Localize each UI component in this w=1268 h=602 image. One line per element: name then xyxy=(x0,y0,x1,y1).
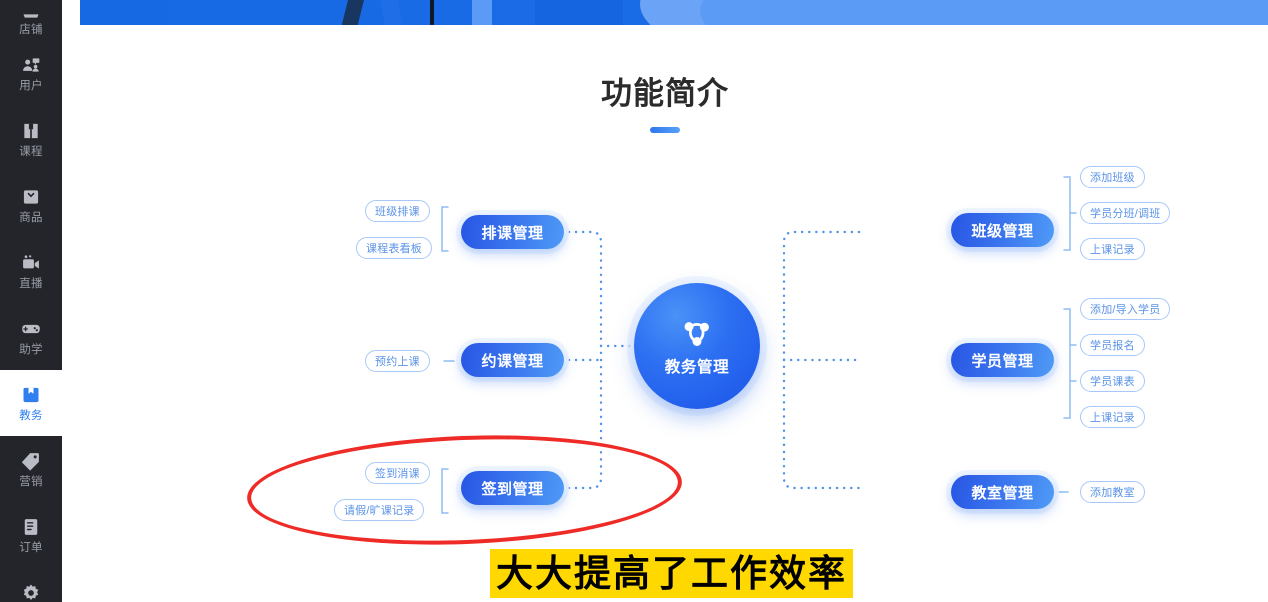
sub-node-label: 添加教室 xyxy=(1090,487,1135,499)
sidebar-item-2[interactable]: 用户 xyxy=(0,40,62,106)
sub-node-yuyue-shangke[interactable]: 预约上课 xyxy=(365,350,430,372)
sidebar-item-label: 商品 xyxy=(19,211,43,224)
branch-label: 约课管理 xyxy=(481,352,544,370)
sidebar-item-10[interactable]: 设置 xyxy=(0,568,62,602)
sidebar-item-8[interactable]: 营销 xyxy=(0,436,62,502)
users-icon xyxy=(21,55,41,75)
sub-node-label: 上课记录 xyxy=(1090,412,1135,424)
sub-node-label: 预约上课 xyxy=(375,356,420,368)
video-icon xyxy=(21,253,41,273)
sidebar-item-6[interactable]: 助学 xyxy=(0,304,62,370)
sub-node-label: 学员分班/调班 xyxy=(1090,208,1161,220)
sub-node-label: 学员课表 xyxy=(1090,376,1135,388)
goods-icon xyxy=(21,187,41,207)
sidebar-item-7[interactable]: 教务 xyxy=(0,370,62,436)
sidebar-item-9[interactable]: 订单 xyxy=(0,502,62,568)
center-node-label: 教务管理 xyxy=(664,358,730,376)
sub-node-shangke-jilu-1[interactable]: 上课记录 xyxy=(1080,238,1145,260)
branch-label: 教室管理 xyxy=(971,484,1034,502)
mindmap-diagram: 教务管理 排课管理 约课管理 签到管理 班级排课 课程表看板 预约上课 签到消课… xyxy=(62,0,1268,602)
sub-node-label: 添加/导入学员 xyxy=(1090,304,1161,316)
gamepad-icon xyxy=(21,319,41,339)
shop-icon xyxy=(21,11,41,19)
sidebar-item-1[interactable]: 店铺 xyxy=(0,0,62,40)
sidebar-item-label: 教务 xyxy=(19,409,43,422)
sub-node-kechengbiao[interactable]: 课程表看板 xyxy=(356,237,432,259)
book-icon xyxy=(21,121,41,141)
sidebar-item-label: 用户 xyxy=(19,79,43,92)
sub-node-label: 课程表看板 xyxy=(366,243,422,255)
sidebar-item-3[interactable]: 课程 xyxy=(0,106,62,172)
sidebar-item-label: 店铺 xyxy=(19,24,43,36)
main-content: 功能简介 教务管理 排课管理 约课管理 签到管理 班级排课 课程表看板 预约上课… xyxy=(62,0,1268,602)
sub-node-xueyuan-baoming[interactable]: 学员报名 xyxy=(1080,334,1145,356)
network-share-icon xyxy=(684,321,709,346)
branch-node-banji[interactable]: 班级管理 xyxy=(951,213,1054,247)
sidebar-item-4[interactable]: 商品 xyxy=(0,172,62,238)
sidebar-item-label: 助学 xyxy=(19,343,43,356)
sidebar-item-label: 直播 xyxy=(19,277,43,290)
sub-node-xueyuan-kebiao[interactable]: 学员课表 xyxy=(1080,370,1145,392)
sidebar-item-label: 课程 xyxy=(19,145,43,158)
sub-node-tianjia-daoru-xueyuan[interactable]: 添加/导入学员 xyxy=(1080,298,1171,320)
sub-node-fenban-diaoban[interactable]: 学员分班/调班 xyxy=(1080,202,1171,224)
branch-node-paike[interactable]: 排课管理 xyxy=(461,215,564,249)
sidebar-item-5[interactable]: 直播 xyxy=(0,238,62,304)
sub-node-tianjia-banji[interactable]: 添加班级 xyxy=(1080,166,1145,188)
sub-node-banji-paike[interactable]: 班级排课 xyxy=(365,200,430,222)
tag-icon xyxy=(21,451,41,471)
branch-node-xueyuan[interactable]: 学员管理 xyxy=(951,343,1054,377)
sub-node-label: 学员报名 xyxy=(1090,340,1135,352)
center-node[interactable]: 教务管理 xyxy=(634,283,760,409)
branch-label: 排课管理 xyxy=(481,224,544,242)
annotation-caption: 大大提高了工作效率 xyxy=(490,549,853,598)
sub-node-tianjia-jiaoshi[interactable]: 添加教室 xyxy=(1080,481,1145,503)
app-window: 店铺用户课程商品直播助学教务营销订单设置 功能简介 xyxy=(0,0,1268,602)
branch-label: 班级管理 xyxy=(971,222,1034,240)
sub-node-shangke-jilu-2[interactable]: 上课记录 xyxy=(1080,406,1145,428)
sub-node-label: 班级排课 xyxy=(375,206,420,218)
branch-node-yueke[interactable]: 约课管理 xyxy=(461,343,564,377)
order-icon xyxy=(21,517,41,537)
annotation-caption-text: 大大提高了工作效率 xyxy=(496,551,847,595)
education-icon xyxy=(21,385,41,405)
branch-node-jiaoshi[interactable]: 教室管理 xyxy=(951,475,1054,509)
gear-icon xyxy=(21,583,41,602)
sub-node-label: 上课记录 xyxy=(1090,244,1135,256)
branch-label: 学员管理 xyxy=(971,352,1034,370)
sidebar-item-label: 营销 xyxy=(19,475,43,488)
sidebar: 店铺用户课程商品直播助学教务营销订单设置 xyxy=(0,0,62,602)
sidebar-item-label: 订单 xyxy=(19,541,43,554)
sub-node-label: 添加班级 xyxy=(1090,172,1135,184)
